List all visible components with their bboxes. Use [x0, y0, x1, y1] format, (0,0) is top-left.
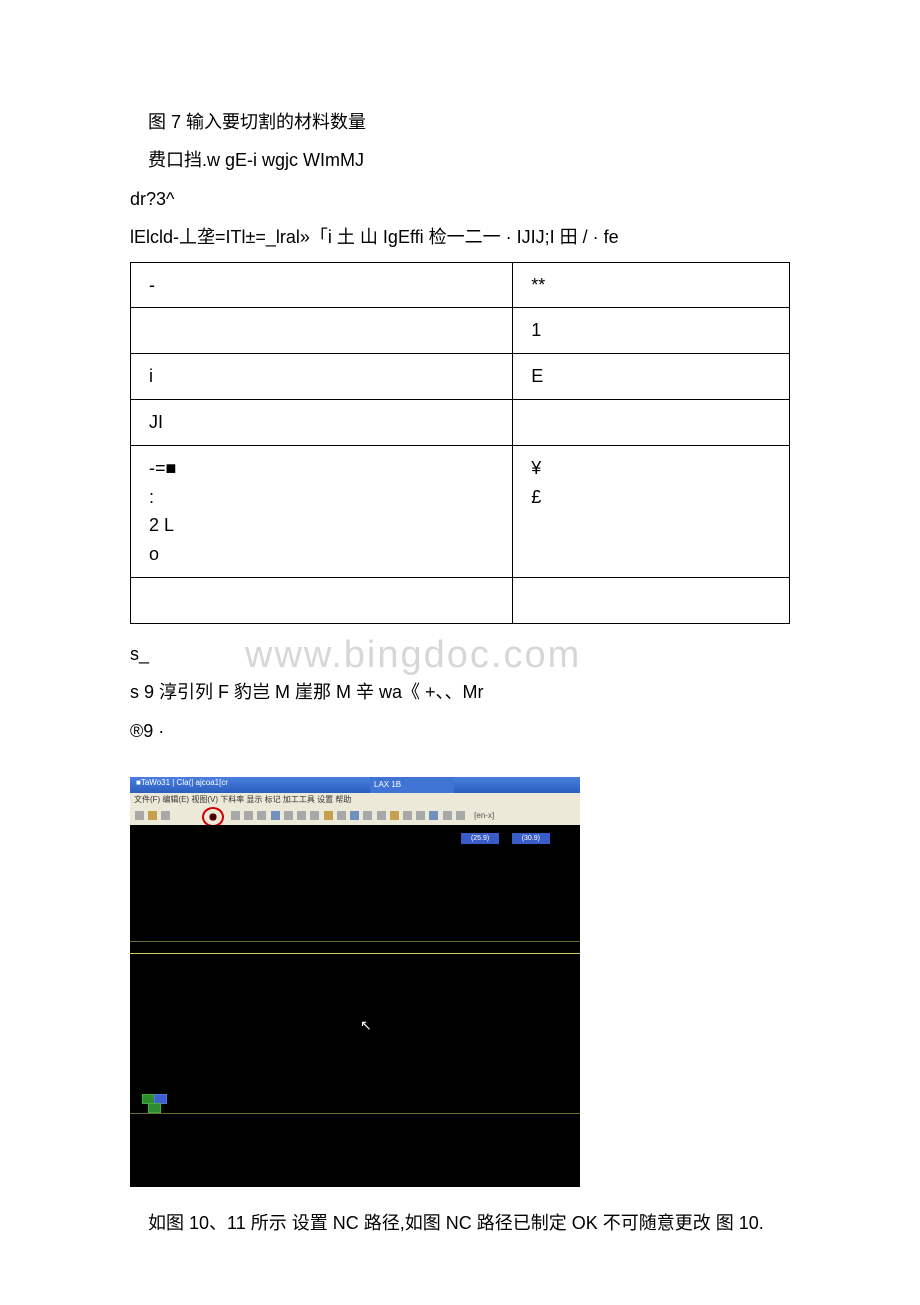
- toolbar-icon[interactable]: [297, 811, 306, 820]
- table-row-empty: [131, 577, 790, 623]
- embedded-screenshot: ■TaWo31 | Cla(| ajcoa1[cr LAX 1B 文件(F) 编…: [130, 777, 580, 1187]
- cell: E: [513, 354, 790, 400]
- origin-marker-icon: [142, 1094, 164, 1112]
- toolbar-icon[interactable]: [377, 811, 386, 820]
- table-row: i E: [131, 354, 790, 400]
- toolbar[interactable]: [en-x]: [130, 807, 580, 825]
- toolbar-icon[interactable]: [324, 811, 333, 820]
- paragraph-line4: lElcld-丄垄=ITl±=_lral»「i 土 山 IgEffi 检一二一 …: [130, 221, 790, 253]
- cell: 1: [513, 308, 790, 354]
- cell-merged-left: -=■ : 2 L o: [131, 445, 513, 577]
- view-tabs: (25.9) (30.9): [453, 827, 550, 845]
- cell-line: £: [531, 483, 771, 512]
- toolbar-icon[interactable]: [403, 811, 412, 820]
- paragraph-figure10-11: 如图 10、11 所示 设置 NC 路径,如图 NC 路径已制定 OK 不可随意…: [130, 1207, 790, 1239]
- record-icon[interactable]: [202, 807, 224, 825]
- cell: [131, 577, 513, 623]
- toolbar-icon[interactable]: [390, 811, 399, 820]
- paragraph-line6: s 9 淳引列 F 豹岂 M 崖那 M 辛 wa《 +、、Mr: [130, 676, 790, 708]
- guideline-horizontal-yellow: [130, 953, 580, 954]
- cell: JI: [131, 399, 513, 445]
- cell: [131, 308, 513, 354]
- paragraph-s: s_: [130, 638, 790, 670]
- tab-left[interactable]: (25.9): [461, 833, 499, 844]
- toolbar-icon[interactable]: [231, 811, 240, 820]
- toolbar-icon[interactable]: [429, 811, 438, 820]
- tab-right[interactable]: (30.9): [512, 833, 550, 844]
- cursor-icon: ↖: [360, 1017, 372, 1034]
- toolbar-icon[interactable]: [350, 811, 359, 820]
- cell: [513, 577, 790, 623]
- table-row: - **: [131, 262, 790, 308]
- cell: -: [131, 262, 513, 308]
- cell-line: ¥: [531, 454, 771, 483]
- guideline-horizontal: [130, 941, 580, 942]
- menubar[interactable]: 文件(F) 编辑(E) 视图(V) 下料率 显示 标记 加工工具 设置 帮助: [130, 793, 580, 807]
- cell-line: 2 L: [149, 511, 494, 540]
- titlebar-center: LAX 1B: [370, 777, 454, 793]
- table-row-merged: -=■ : 2 L o ¥ £: [131, 445, 790, 577]
- toolbar-icon[interactable]: [161, 811, 170, 820]
- cell: i: [131, 354, 513, 400]
- paragraph-line3: dr?3^: [130, 183, 790, 215]
- toolbar-icon[interactable]: [337, 811, 346, 820]
- paragraph-line2: 费口挡.w gE-i wgjc WImMJ: [130, 144, 790, 176]
- cell-line: o: [149, 540, 494, 569]
- cell-line: -=■: [149, 454, 494, 483]
- toolbar-icon[interactable]: [363, 811, 372, 820]
- play-icon[interactable]: [244, 811, 253, 820]
- cell-merged-right: ¥ £: [513, 445, 790, 577]
- titlebar-text: ■TaWo31 | Cla(| ajcoa1[cr: [136, 778, 228, 787]
- toolbar-icon[interactable]: [284, 811, 293, 820]
- toolbar-icon[interactable]: [271, 811, 280, 820]
- table-row: 1: [131, 308, 790, 354]
- toolbar-icon[interactable]: [443, 811, 452, 820]
- cell-line: :: [149, 483, 494, 512]
- toolbar-icon[interactable]: [135, 811, 144, 820]
- cell: [513, 399, 790, 445]
- table-row: JI: [131, 399, 790, 445]
- paragraph-figure7: 图 7 输入要切割的材料数量: [130, 106, 790, 138]
- toolbar-icon[interactable]: [310, 811, 319, 820]
- toolbar-icon[interactable]: [257, 811, 266, 820]
- toolbar-icon[interactable]: [148, 811, 157, 820]
- guideline-horizontal: [130, 1113, 580, 1114]
- paragraph-line7: ®9 ·: [130, 715, 790, 747]
- data-table: - ** 1 i E JI -=■ : 2 L o: [130, 262, 790, 624]
- toolbar-button-label[interactable]: [en-x]: [474, 811, 494, 820]
- toolbar-icon[interactable]: [416, 811, 425, 820]
- toolbar-icon[interactable]: [456, 811, 465, 820]
- cell: **: [513, 262, 790, 308]
